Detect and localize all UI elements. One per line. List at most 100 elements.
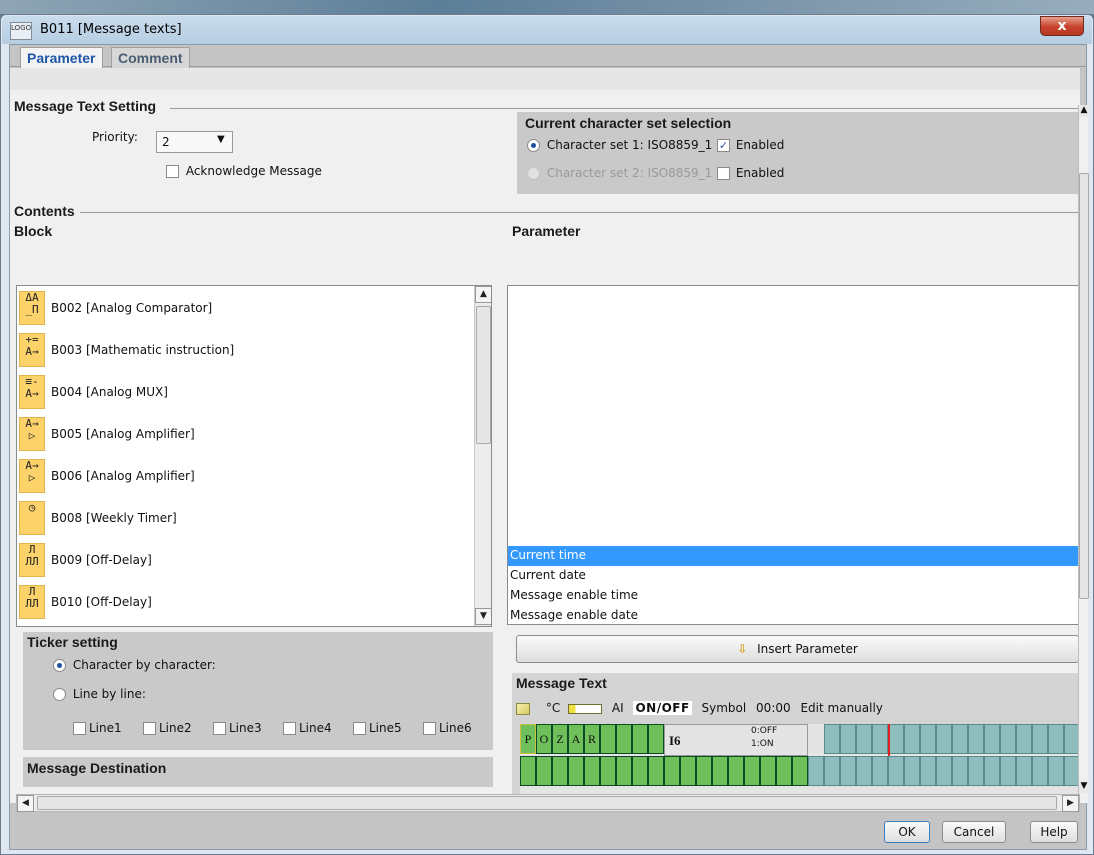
message-grid-cell[interactable]: [904, 724, 920, 754]
tab-parameter[interactable]: Parameter: [20, 47, 103, 68]
line-by-line-radio[interactable]: Line by line:: [53, 687, 146, 701]
parameter-list-item[interactable]: Message enable date: [508, 606, 1078, 624]
panel-vertical-scrollbar[interactable]: ▲ ▼: [1078, 105, 1089, 803]
block-list-item[interactable]: Л ЛЛ B010 [Off-Delay]: [17, 581, 472, 624]
message-grid-cell[interactable]: [856, 756, 872, 786]
message-grid-cell[interactable]: R: [584, 724, 600, 754]
message-grid-cell[interactable]: [1000, 724, 1016, 754]
message-grid-cell[interactable]: [984, 756, 1000, 786]
message-grid-cell[interactable]: A: [568, 724, 584, 754]
parameter-list-item[interactable]: Message enable time: [508, 586, 1078, 606]
message-grid-cell[interactable]: [968, 724, 984, 754]
message-grid-cell[interactable]: [648, 756, 664, 786]
time-button[interactable]: 00:00: [756, 701, 791, 715]
insert-parameter-button[interactable]: ⇩ Insert Parameter: [516, 635, 1079, 663]
scroll-thumb[interactable]: [476, 306, 491, 444]
message-grid-cell[interactable]: [600, 756, 616, 786]
message-grid-cell[interactable]: [648, 724, 664, 754]
message-grid-cell[interactable]: [1032, 756, 1048, 786]
block-list-item[interactable]: A→ ▷ B005 [Analog Amplifier]: [17, 413, 472, 456]
message-grid-cell[interactable]: [792, 756, 808, 786]
charset-1-enabled-checkbox[interactable]: Enabled: [717, 138, 784, 152]
help-button[interactable]: Help: [1030, 821, 1078, 843]
scroll-down-button[interactable]: ▼: [475, 608, 491, 625]
message-grid-cell[interactable]: [920, 724, 936, 754]
block-list-item[interactable]: += A→ B003 [Mathematic instruction]: [17, 329, 472, 372]
message-grid-cell[interactable]: [952, 724, 968, 754]
message-grid-cell[interactable]: [696, 756, 712, 786]
edit-manually-button[interactable]: Edit manually: [800, 701, 882, 715]
block-list-item[interactable]: Л ЛЛ B009 [Off-Delay]: [17, 539, 472, 582]
charset-2-enabled-checkbox[interactable]: Enabled: [717, 166, 784, 180]
onoff-button[interactable]: ON/OFF: [633, 701, 692, 715]
parameter-list-item[interactable]: Current date: [508, 566, 1078, 586]
parameter-list[interactable]: Current time Current date Message enable t…: [507, 285, 1079, 625]
message-grid-cell[interactable]: [920, 756, 936, 786]
message-grid-cell[interactable]: [616, 756, 632, 786]
message-grid-cell[interactable]: [888, 724, 904, 754]
message-grid-cell[interactable]: [1000, 756, 1016, 786]
message-grid-cell[interactable]: [712, 756, 728, 786]
message-grid-cell[interactable]: [840, 724, 856, 754]
ai-button[interactable]: AI: [612, 701, 624, 715]
message-grid-cell[interactable]: [824, 724, 840, 754]
acknowledge-message-checkbox[interactable]: Acknowledge Message: [166, 164, 322, 178]
message-grid-cell[interactable]: [856, 724, 872, 754]
message-grid-cell[interactable]: P: [520, 724, 536, 754]
message-grid-cell[interactable]: [824, 756, 840, 786]
message-grid-cell[interactable]: [776, 756, 792, 786]
message-grid-cell[interactable]: [632, 724, 648, 754]
close-button[interactable]: x: [1040, 16, 1084, 36]
message-grid-cell[interactable]: [840, 756, 856, 786]
message-grid-cell[interactable]: [904, 756, 920, 786]
message-grid-cell[interactable]: [520, 756, 536, 786]
message-grid-cell[interactable]: [1032, 724, 1048, 754]
ticker-line-checkbox[interactable]: Line3: [213, 721, 262, 735]
message-grid-cell[interactable]: [936, 724, 952, 754]
charset-1-radio[interactable]: Character set 1: ISO8859_1: [527, 138, 712, 152]
cancel-button[interactable]: Cancel: [942, 821, 1006, 843]
message-grid-cell[interactable]: [616, 724, 632, 754]
charset-2-radio[interactable]: Character set 2: ISO8859_1: [527, 166, 712, 180]
block-list-item[interactable]: ◷ B008 [Weekly Timer]: [17, 497, 472, 540]
message-grid-cell[interactable]: [1048, 756, 1064, 786]
message-grid-cell[interactable]: [1048, 724, 1064, 754]
bargraph-icon[interactable]: [568, 703, 603, 714]
block-list-item[interactable]: A→ ▷ B006 [Analog Amplifier]: [17, 455, 472, 498]
block-list-item[interactable]: ≡- A→ B004 [Analog MUX]: [17, 371, 472, 414]
char-by-char-radio[interactable]: Character by character:: [53, 658, 216, 672]
message-grid-cell[interactable]: [568, 756, 584, 786]
ticker-line-checkbox[interactable]: Line4: [283, 721, 332, 735]
scroll-up-button[interactable]: ▲: [1079, 105, 1089, 117]
tab-comment[interactable]: Comment: [111, 47, 190, 68]
message-grid-cell[interactable]: [1016, 756, 1032, 786]
message-grid-cell[interactable]: [552, 756, 568, 786]
message-grid-cell[interactable]: [968, 756, 984, 786]
title-bar[interactable]: LOGO B011 [Message texts] x: [2, 16, 1092, 44]
scroll-thumb[interactable]: [37, 796, 1057, 810]
ticker-line-checkbox[interactable]: Line6: [423, 721, 472, 735]
message-grid-cell[interactable]: [808, 756, 824, 786]
message-grid-cell[interactable]: [1016, 724, 1032, 754]
message-grid-cell[interactable]: [744, 756, 760, 786]
block-list-scrollbar[interactable]: ▲ ▼: [474, 286, 491, 626]
block-list[interactable]: ΔA _Π B002 [Analog Comparator] += A→ B003 […: [16, 285, 492, 627]
message-grid-cell[interactable]: O: [536, 724, 552, 754]
message-grid-cell[interactable]: [872, 724, 888, 754]
scroll-up-button[interactable]: ▲: [475, 286, 491, 303]
message-grid-cell[interactable]: [536, 756, 552, 786]
message-grid-cell[interactable]: [600, 724, 616, 754]
ticker-line-checkbox[interactable]: Line2: [143, 721, 192, 735]
ok-button[interactable]: OK: [884, 821, 930, 843]
message-text-grid[interactable]: P O Z A R I6 0:OFF 1:ON: [520, 724, 1080, 796]
scroll-down-button[interactable]: ▼: [1079, 781, 1089, 793]
message-grid-cell[interactable]: Z: [552, 724, 568, 754]
message-grid-cell[interactable]: [888, 756, 904, 786]
scroll-left-button[interactable]: ◀: [17, 795, 34, 812]
message-grid-cell[interactable]: [584, 756, 600, 786]
ticker-line-checkbox[interactable]: Line1: [73, 721, 122, 735]
panel-horizontal-scrollbar[interactable]: ◀ ▶: [16, 794, 1080, 812]
message-grid-cell[interactable]: [728, 756, 744, 786]
ticker-line-checkbox[interactable]: Line5: [353, 721, 402, 735]
parameter-list-item[interactable]: Current time: [508, 546, 1078, 566]
